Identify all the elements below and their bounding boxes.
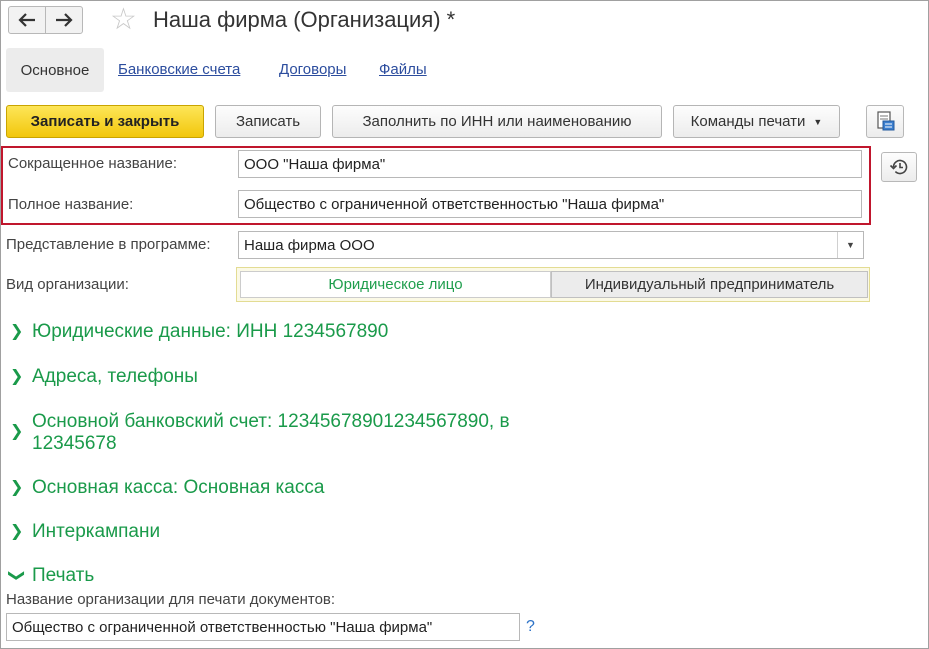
document-print-icon [877, 110, 895, 130]
chevron-down-icon: ❯ [8, 568, 26, 583]
page-title: Наша фирма (Организация) * [153, 7, 456, 32]
section-addresses-title: Адреса, телефоны [32, 366, 198, 387]
representation-value: Наша фирма ООО [244, 236, 375, 254]
chevron-right-icon: ❯ [10, 523, 24, 540]
save-label: Записать [235, 113, 301, 130]
save-and-close-button[interactable]: Записать и закрыть [6, 105, 204, 138]
representation-label: Представление в программе: [6, 236, 211, 253]
print-commands-button[interactable]: Команды печати ▼ [673, 105, 840, 138]
chevron-right-icon: ❯ [10, 368, 24, 385]
arrow-left-icon [18, 13, 35, 27]
short-name-label: Сокращенное название: [8, 155, 178, 172]
chevron-right-icon: ❯ [10, 423, 24, 440]
tab-files[interactable]: Файлы [379, 61, 427, 78]
section-cash-title: Основная касса: Основная касса [32, 477, 325, 498]
favorite-star-icon[interactable]: ☆ [110, 3, 137, 37]
save-button[interactable]: Записать [215, 105, 321, 138]
section-bank-account-title-line1: Основной банковский счет: 12345678901234… [32, 411, 510, 432]
print-name-label: Название организации для печати документ… [6, 591, 336, 608]
org-type-label: Вид организации: [6, 276, 129, 293]
chevron-down-icon: ▼ [813, 116, 823, 127]
print-commands-label: Команды печати [690, 113, 806, 130]
history-button[interactable] [881, 152, 917, 182]
tab-bank-accounts[interactable]: Банковские счета [118, 61, 240, 78]
dropdown-arrow-icon[interactable]: ▼ [837, 232, 863, 258]
print-name-value: Общество с ограниченной ответственностью… [12, 618, 433, 636]
full-name-value: Общество с ограниченной ответственностью… [244, 195, 665, 213]
section-bank-account-title-line2: 12345678 [32, 433, 117, 454]
section-intercompany-title: Интеркампани [32, 521, 161, 542]
tab-contracts[interactable]: Договоры [279, 61, 346, 78]
chevron-right-icon: ❯ [10, 479, 24, 496]
short-name-field[interactable]: ООО "Наша фирма" [238, 150, 862, 178]
full-name-field[interactable]: Общество с ограниченной ответственностью… [238, 190, 862, 218]
org-type-legal-entity[interactable]: Юридическое лицо [240, 271, 551, 298]
section-legal-data-title: Юридические данные: ИНН 1234567890 [32, 321, 389, 342]
chevron-right-icon: ❯ [10, 323, 24, 340]
back-button[interactable] [8, 6, 46, 34]
section-print-title: Печать [32, 565, 95, 586]
full-name-label: Полное название: [8, 196, 134, 213]
history-clock-icon [889, 159, 908, 175]
save-and-close-label: Записать и закрыть [30, 113, 180, 130]
print-name-field[interactable]: Общество с ограниченной ответственностью… [6, 613, 520, 641]
arrow-right-icon [56, 13, 73, 27]
fill-by-inn-button[interactable]: Заполнить по ИНН или наименованию [332, 105, 662, 138]
representation-select[interactable]: Наша фирма ООО ▼ [238, 231, 864, 259]
document-print-button[interactable] [866, 105, 904, 138]
fill-by-inn-label: Заполнить по ИНН или наименованию [362, 113, 632, 130]
help-icon[interactable]: ? [526, 618, 535, 636]
tab-main[interactable]: Основное [6, 48, 104, 92]
org-type-sole-proprietor[interactable]: Индивидуальный предприниматель [551, 271, 868, 298]
forward-button[interactable] [45, 6, 83, 34]
org-type-toggle: Юридическое лицо Индивидуальный предприн… [236, 267, 870, 302]
short-name-value: ООО "Наша фирма" [244, 155, 386, 173]
